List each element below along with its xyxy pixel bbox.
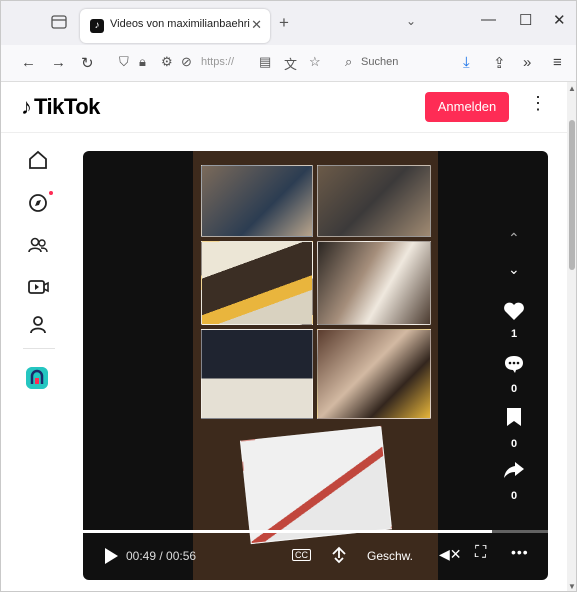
- overflow-chevron-icon[interactable]: »: [523, 54, 531, 71]
- next-video-icon[interactable]: ⌄: [508, 261, 520, 278]
- tab-strip: ♪ Videos von maximilianbaehring ✕ + ⌄ — …: [1, 1, 576, 45]
- share-icon[interactable]: ⇪: [493, 54, 506, 72]
- url-text[interactable]: https://: [201, 56, 234, 68]
- tiktok-favicon-icon: ♪: [90, 19, 104, 33]
- video-content-image: [201, 165, 313, 237]
- share-arrow-icon[interactable]: [503, 460, 525, 480]
- navigation-bar: ← → ↻ ⛉ 🔒︎ ⚙ ⊘ https:// ▤ 文 ☆ ⌕ Suchen ⤓…: [1, 45, 576, 82]
- new-tab-icon[interactable]: +: [279, 13, 289, 33]
- logo-text: TikTok: [34, 94, 100, 119]
- tab-active[interactable]: ♪ Videos von maximilianbaehring ✕: [80, 9, 270, 43]
- following-icon[interactable]: [27, 234, 49, 256]
- like-icon[interactable]: [503, 301, 525, 321]
- profile-icon[interactable]: [27, 314, 49, 336]
- tab-title: Videos von maximilianbaehring: [110, 18, 250, 30]
- maximize-icon[interactable]: ☐: [519, 11, 532, 29]
- tiktok-note-icon: ♪: [21, 94, 32, 119]
- back-icon[interactable]: ←: [21, 54, 36, 71]
- mute-icon[interactable]: ◀✕: [439, 546, 462, 563]
- live-creator-icon[interactable]: [26, 367, 48, 389]
- video-content-image: [201, 329, 313, 419]
- search-icon: ⌕: [345, 54, 353, 69]
- downloads-icon[interactable]: ⤓: [463, 54, 470, 71]
- permissions-icon[interactable]: ⚙: [161, 54, 173, 70]
- search-box[interactable]: ⌕ Suchen: [337, 50, 447, 76]
- reload-icon[interactable]: ↻: [81, 54, 94, 72]
- reader-view-icon[interactable]: ▤: [259, 54, 271, 70]
- like-count: 1: [510, 328, 518, 340]
- sidebar-divider: [23, 348, 55, 349]
- home-icon[interactable]: [27, 149, 49, 171]
- tab-list-icon[interactable]: [51, 15, 67, 29]
- comment-icon[interactable]: [503, 354, 525, 374]
- video-content-image: [317, 241, 431, 325]
- page-scrollbar[interactable]: ▲ ▼: [567, 82, 576, 591]
- captions-icon[interactable]: CC: [292, 549, 311, 561]
- scroll-down-icon[interactable]: ▼: [568, 582, 576, 591]
- video-progress-fill: [83, 530, 493, 533]
- video-progress-bar[interactable]: [83, 530, 548, 533]
- share-count: 0: [510, 490, 518, 502]
- video-frame: [193, 151, 438, 580]
- lock-icon[interactable]: 🔒︎: [139, 54, 146, 70]
- bookmark-icon[interactable]: [505, 407, 523, 427]
- explore-icon[interactable]: [27, 192, 49, 214]
- shield-icon[interactable]: ⛉: [119, 54, 129, 70]
- video-time: 00:49 / 00:56: [126, 549, 197, 563]
- login-button[interactable]: Anmelden: [425, 92, 509, 122]
- tiktok-logo[interactable]: ♪ TikTok: [21, 92, 100, 122]
- video-content-image: [239, 425, 393, 545]
- tab-close-icon[interactable]: ✕: [251, 17, 262, 33]
- tiktok-header: ♪ TikTok Anmelden ⋮: [1, 82, 567, 133]
- speed-button[interactable]: Geschw.: [367, 549, 413, 563]
- translate-icon[interactable]: 文: [284, 54, 297, 73]
- comment-count: 0: [510, 383, 518, 395]
- search-placeholder: Suchen: [361, 56, 399, 68]
- tiktok-page: ♪ TikTok Anmelden ⋮ ⌃ ⌄ 1 0 0 0 00:49 / …: [1, 82, 567, 591]
- bookmark-count: 0: [510, 438, 518, 450]
- more-controls-icon[interactable]: •••: [511, 544, 529, 560]
- forward-icon[interactable]: →: [51, 54, 66, 71]
- video-player[interactable]: ⌃ ⌄ 1 0 0 0 00:49 / 00:56 CC Geschw. ◀✕ …: [83, 151, 548, 580]
- fullscreen-icon[interactable]: ⛶: [475, 544, 486, 562]
- live-tv-icon[interactable]: [27, 276, 49, 298]
- play-icon[interactable]: [103, 547, 119, 565]
- video-content-image: [201, 241, 313, 325]
- more-options-icon[interactable]: ⋮: [529, 93, 547, 114]
- video-content-image: [317, 165, 431, 237]
- explore-badge: [49, 191, 53, 195]
- browser-window: ♪ Videos von maximilianbaehring ✕ + ⌄ — …: [0, 0, 577, 592]
- hamburger-menu-icon[interactable]: ≡: [553, 54, 562, 71]
- autoplay-blocked-icon[interactable]: ⊘: [181, 54, 192, 70]
- url-bar[interactable]: ⛉ 🔒︎ ⚙ ⊘ https:// ▤ 文 ☆: [109, 50, 335, 76]
- swipe-icon[interactable]: [331, 546, 347, 564]
- minimize-icon[interactable]: —: [481, 11, 496, 28]
- scrollbar-thumb[interactable]: [569, 120, 575, 270]
- bookmark-star-icon[interactable]: ☆: [309, 54, 321, 70]
- close-window-icon[interactable]: ✕: [553, 11, 566, 29]
- scroll-up-icon[interactable]: ▲: [568, 84, 576, 93]
- previous-video-icon[interactable]: ⌃: [508, 230, 520, 247]
- tab-overflow-icon[interactable]: ⌄: [406, 14, 416, 28]
- video-content-image: [317, 329, 431, 419]
